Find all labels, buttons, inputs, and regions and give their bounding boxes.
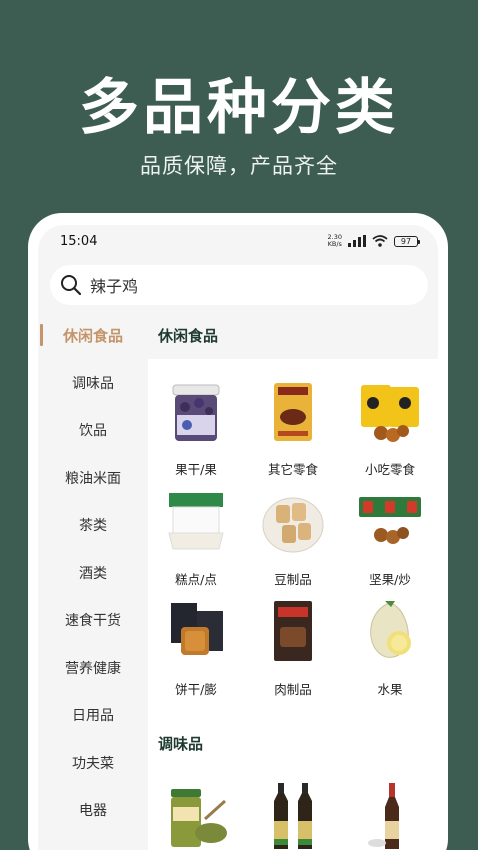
network-speed-unit: KB/s (327, 240, 342, 248)
hero-subtitle: 品质保障，产品齐全 (140, 154, 338, 178)
sidebar-item-daily-goods[interactable]: 日用品 (38, 692, 148, 740)
sidebar-item-snacks[interactable]: 休闲食品 (38, 311, 148, 359)
section-title-condiments: 调味品 (158, 735, 204, 753)
pomelo-icon (370, 601, 411, 658)
product-cell[interactable] (245, 781, 341, 850)
product-cell[interactable]: 饼干/膨 (148, 597, 244, 702)
wifi-icon (372, 235, 388, 247)
product-label: 水果 (377, 682, 403, 697)
pepper-jar-icon (171, 789, 227, 847)
battery-icon: 97 (394, 235, 420, 247)
product-label: 果干/果 (175, 462, 217, 477)
nut-boxes-icon (359, 497, 421, 544)
product-cell[interactable]: 坚果/炒 (342, 487, 438, 592)
category-content: 休闲食品 果干/果 其它零食 小吃零食 糕点/点 豆制品 坚果/炒 饼干/膨 肉… (148, 311, 438, 850)
product-label: 小吃零食 (364, 462, 415, 477)
beef-jerky-pack-icon (274, 383, 312, 441)
product-label: 其它零食 (267, 462, 318, 477)
product-label: 糕点/点 (175, 572, 217, 587)
sidebar-item-nutrition[interactable]: 营养健康 (38, 644, 148, 692)
product-cell[interactable]: 豆制品 (245, 487, 341, 592)
sidebar-item-appliances[interactable]: 电器 (38, 787, 148, 835)
signal-icon (348, 235, 366, 247)
dried-fruit-jar-icon (172, 384, 220, 441)
tofu-plate-icon (262, 497, 324, 553)
product-cell[interactable]: 果干/果 (148, 377, 244, 482)
snack-bags-icon (361, 385, 419, 442)
product-cell[interactable] (148, 781, 244, 850)
product-label: 坚果/炒 (369, 572, 411, 587)
sidebar-item-tea[interactable]: 茶类 (38, 502, 148, 550)
product-label: 饼干/膨 (175, 682, 217, 697)
sidebar-item-grain-oil[interactable]: 粮油米面 (38, 454, 148, 502)
product-cell[interactable]: 肉制品 (245, 597, 341, 702)
sidebar-item-instant-food[interactable]: 速食干货 (38, 597, 148, 645)
sidebar-item-drinks[interactable]: 饮品 (38, 407, 148, 455)
product-cell[interactable]: 水果 (342, 597, 438, 702)
product-cell[interactable] (342, 781, 438, 850)
category-sidebar: 休闲食品 调味品 饮品 粮油米面 茶类 酒类 速食干货 营养健康 日用品 功夫菜… (38, 311, 148, 850)
sidebar-item-prepared-dishes[interactable]: 功夫菜 (38, 739, 148, 787)
section-title-snacks: 休闲食品 (158, 327, 219, 345)
product-label: 肉制品 (274, 682, 312, 697)
pastry-icon (168, 493, 224, 550)
status-bar: 15:04 2.30 KB/s 97 (38, 225, 438, 255)
phone-screen: 15:04 2.30 KB/s 97 辣子鸡 休闲食品 调味品 饮品 粮油米面 … (38, 225, 438, 850)
soy-sauce-bottles-icon (274, 783, 312, 849)
hero-title: 多品种分类 (79, 73, 399, 143)
search-icon (61, 275, 82, 296)
meat-pack-icon (274, 601, 312, 661)
vinegar-bottle-icon (368, 783, 399, 849)
product-cell[interactable]: 糕点/点 (148, 487, 244, 592)
search-input[interactable]: 辣子鸡 (90, 273, 138, 297)
sidebar-item-condiments[interactable]: 调味品 (38, 359, 148, 407)
sidebar-item-liquor[interactable]: 酒类 (38, 549, 148, 597)
biscuit-boxes-icon (171, 603, 223, 655)
network-speed: 2.30 KB/s (328, 234, 342, 248)
product-cell[interactable]: 小吃零食 (342, 377, 438, 482)
product-label: 豆制品 (274, 572, 312, 587)
status-icons: 2.30 KB/s 97 (328, 234, 420, 248)
phone-frame: 15:04 2.30 KB/s 97 辣子鸡 休闲食品 调味品 饮品 粮油米面 … (28, 213, 448, 850)
search-bar[interactable]: 辣子鸡 (50, 265, 428, 305)
status-time: 15:04 (60, 234, 98, 249)
product-cell[interactable]: 其它零食 (245, 377, 341, 482)
